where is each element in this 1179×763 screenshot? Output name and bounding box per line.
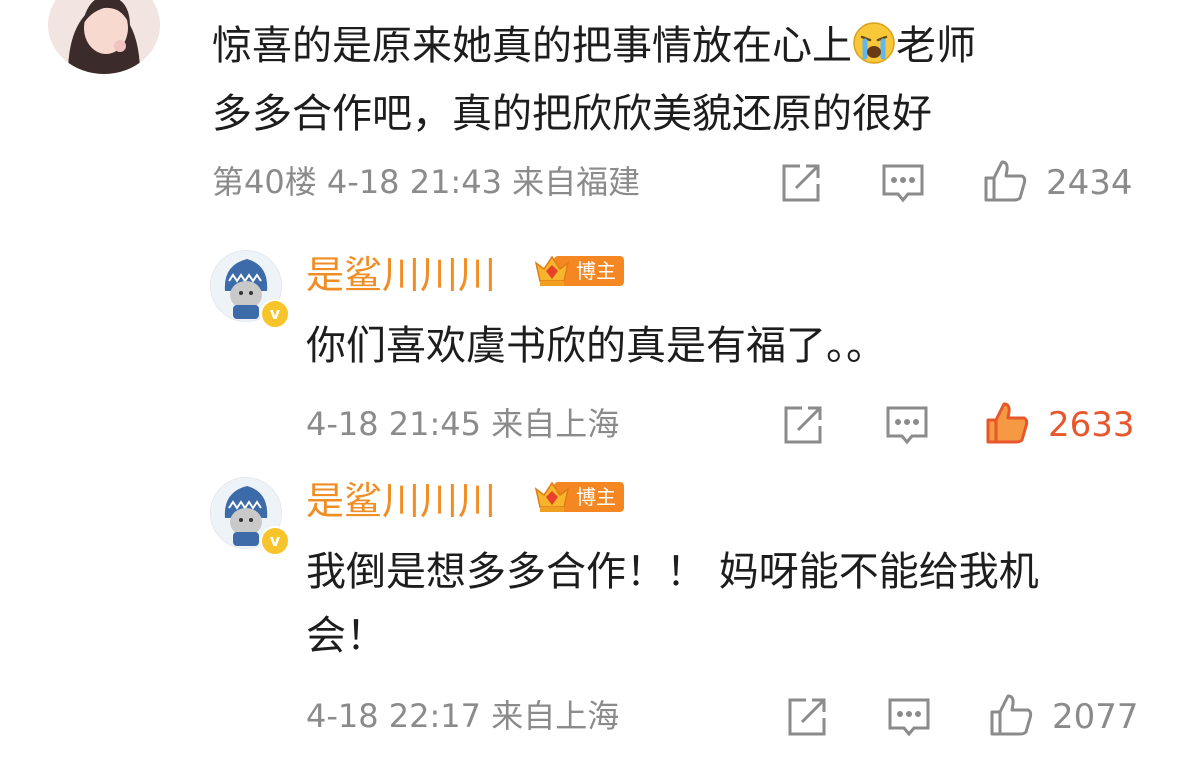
commenter-avatar[interactable] xyxy=(48,0,160,74)
comment-time: 4-18 21:43 xyxy=(326,163,502,201)
verified-badge: v xyxy=(260,526,290,556)
reply-text: 你们喜欢虞书欣的真是有福了。。 xyxy=(306,323,886,369)
reply-meta: 4-18 22:17 来自上海 xyxy=(306,696,619,736)
like-count: 2077 xyxy=(1052,697,1139,737)
share-icon[interactable] xyxy=(778,160,824,206)
reply-text-line1: 我倒是想多多合作！！ 妈呀能不能给我机 xyxy=(306,549,1039,595)
reply-meta: 4-18 21:45 来自上海 xyxy=(306,404,619,444)
reply-time: 4-18 22:17 xyxy=(306,697,482,735)
comment-icon[interactable] xyxy=(886,694,932,740)
comment-location: 来自福建 xyxy=(512,163,641,201)
comment-meta: 第40楼 4-18 21:43 来自福建 xyxy=(212,162,640,202)
like-count: 2633 xyxy=(1048,405,1135,445)
floor-number: 第40楼 xyxy=(212,163,317,201)
share-icon[interactable] xyxy=(780,402,826,448)
blogger-badge: 博主 xyxy=(532,255,624,286)
reply-location: 来自上海 xyxy=(491,405,620,443)
crown-icon xyxy=(534,255,570,286)
comment-text-line1: 惊喜的是原来她真的把事情放在心上 xyxy=(212,23,852,69)
reply-text-line2: 会！ xyxy=(306,613,386,659)
like-icon[interactable] xyxy=(988,692,1034,738)
like-icon[interactable] xyxy=(982,158,1028,204)
share-icon[interactable] xyxy=(784,694,830,740)
like-count: 2434 xyxy=(1046,163,1133,203)
comment-icon[interactable] xyxy=(884,402,930,448)
reply-username[interactable]: 是鲨川川川 xyxy=(306,478,496,524)
comment-text-line2: 多多合作吧，真的把欣欣美貌还原的很好 xyxy=(212,91,932,137)
comment-text: 惊喜的是原来她真的把事情放在心上 老师 xyxy=(212,18,976,74)
crown-icon xyxy=(534,481,570,512)
comment-icon[interactable] xyxy=(880,160,926,206)
like-icon-active[interactable] xyxy=(984,400,1030,446)
blogger-badge: 博主 xyxy=(532,481,624,512)
reply-location: 来自上海 xyxy=(491,697,620,735)
comment-text-line1-tail: 老师 xyxy=(896,23,976,69)
reply-time: 4-18 21:45 xyxy=(306,405,482,443)
verified-badge: v xyxy=(260,299,290,329)
reply-username[interactable]: 是鲨川川川 xyxy=(306,252,496,298)
crying-face-icon xyxy=(852,21,896,65)
